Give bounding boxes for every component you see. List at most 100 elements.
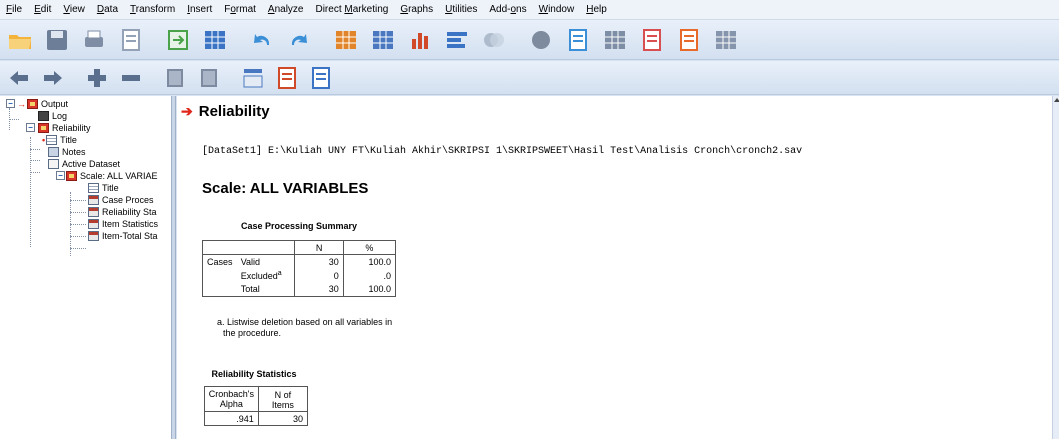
tree-line [9, 119, 19, 120]
menu-help[interactable]: Help [580, 4, 613, 15]
table-header-row: Cronbach's Alpha N of Items [204, 386, 309, 412]
show-all-variables-icon[interactable] [638, 26, 666, 54]
scroll-up-icon[interactable] [1054, 98, 1059, 102]
undo-icon[interactable] [248, 26, 276, 54]
menu-format[interactable]: Format [218, 4, 262, 15]
cell-n: 30 [294, 282, 344, 297]
menu-utilities[interactable]: Utilities [439, 4, 483, 15]
table-row: Excludeda 0 .0 [201, 268, 397, 283]
scale-title[interactable]: Scale: ALL VARIABLES [202, 180, 368, 197]
outline-pane: − → Output Log − Reliability • Title Not… [0, 96, 172, 439]
collapse-toggle[interactable]: − [6, 99, 15, 108]
row-group-blank [201, 268, 237, 283]
tree-item-scale-title[interactable]: Title [88, 182, 119, 194]
menu-view[interactable]: View [57, 4, 91, 15]
tree-item-reliability[interactable]: Reliability [38, 122, 91, 134]
menu-direct-marketing[interactable]: Direct Marketing [309, 4, 394, 15]
collapse-toggle[interactable]: − [56, 171, 65, 180]
row-label-text: Excluded [240, 271, 278, 281]
menu-data[interactable]: Data [91, 4, 124, 15]
hide-icon[interactable] [196, 65, 222, 91]
pane-splitter[interactable] [172, 96, 176, 439]
tree-item-case-processing[interactable]: Case Proces [88, 194, 154, 206]
header-cell: N [294, 240, 344, 255]
procedure-heading[interactable]: ➔ Reliability [181, 103, 270, 120]
cell-pct: 100.0 [342, 254, 397, 269]
expand-icon[interactable] [84, 65, 110, 91]
tree-line [70, 236, 86, 237]
tree-label: Notes [62, 147, 86, 157]
weight-cases-icon[interactable] [527, 26, 555, 54]
tree-label: Reliability [52, 123, 91, 133]
collapse-toggle[interactable]: − [26, 123, 35, 132]
value-labels-icon[interactable] [564, 26, 592, 54]
demote-icon[interactable] [40, 65, 66, 91]
table-icon [88, 195, 99, 205]
cell-pct: 100.0 [342, 282, 397, 297]
book-icon [38, 123, 49, 133]
table-row: Total 30 100.0 [201, 282, 397, 297]
menu-analyze[interactable]: Analyze [262, 4, 310, 15]
menu-insert[interactable]: Insert [181, 4, 218, 15]
vertical-scrollbar[interactable] [1052, 96, 1059, 439]
row-label: Valid [236, 254, 296, 269]
menu-window[interactable]: Window [533, 4, 581, 15]
promote-icon[interactable] [6, 65, 32, 91]
tree-line [30, 172, 40, 173]
menu-transform[interactable]: Transform [124, 4, 181, 15]
tree-item-scale[interactable]: Scale: ALL VARIAE [66, 170, 158, 182]
insert-variable-icon[interactable] [443, 26, 471, 54]
case-processing-table[interactable]: N % Cases Valid 30 100.0 Excludeda 0 .0 … [201, 240, 397, 297]
menu-graphs[interactable]: Graphs [394, 4, 439, 15]
table-icon [88, 207, 99, 217]
tree-item-item-statistics[interactable]: Item Statistics [88, 218, 158, 230]
tree-item-log[interactable]: Log [38, 110, 67, 122]
goto-data-icon[interactable] [201, 26, 229, 54]
tree-item-title[interactable]: • Title [42, 134, 77, 146]
insert-heading-icon[interactable] [240, 65, 266, 91]
spelling-icon[interactable] [675, 26, 703, 54]
insert-cases-icon[interactable] [406, 26, 434, 54]
designate-window-icon[interactable] [712, 26, 740, 54]
output-book-icon [27, 99, 38, 109]
row-label: Excludeda [236, 268, 296, 283]
show-icon[interactable] [162, 65, 188, 91]
cell-n: 30 [294, 254, 344, 269]
use-sets-icon[interactable] [601, 26, 629, 54]
menu-edit[interactable]: Edit [28, 4, 57, 15]
open-folder-icon[interactable] [6, 26, 34, 54]
tree-line [30, 160, 40, 161]
cell-items: 30 [257, 411, 309, 426]
save-icon[interactable] [43, 26, 71, 54]
table-footnote: a. Listwise deletion based on all variab… [217, 317, 417, 339]
insert-title-icon[interactable] [274, 65, 300, 91]
tree-item-notes[interactable]: Notes [48, 146, 86, 158]
menu-file[interactable]: File [0, 4, 28, 15]
insert-text-icon[interactable] [308, 65, 334, 91]
tree-item-output[interactable]: → Output [17, 98, 68, 110]
redo-icon[interactable] [285, 26, 313, 54]
heading-text: Reliability [198, 103, 270, 120]
tree-label: Title [60, 135, 77, 145]
print-preview-icon[interactable] [117, 26, 145, 54]
tree-label: Case Proces [102, 195, 154, 205]
row-group-blank [201, 282, 237, 297]
recall-dialog-icon[interactable] [164, 26, 192, 54]
tree-label: Scale: ALL VARIAE [80, 171, 158, 181]
header-cell [236, 240, 296, 255]
goto-case-icon[interactable] [332, 26, 360, 54]
collapse-icon[interactable] [118, 65, 144, 91]
print-icon[interactable] [80, 26, 108, 54]
tree-item-active-dataset[interactable]: Active Dataset [48, 158, 120, 170]
reliability-statistics-table[interactable]: Cronbach's Alpha N of Items .941 30 [204, 386, 309, 426]
tree-line [30, 149, 40, 150]
menu-add-ons[interactable]: Add-ons [483, 4, 532, 15]
goto-variable-icon[interactable] [369, 26, 397, 54]
dataset-icon [48, 159, 59, 169]
header-cell: % [342, 240, 397, 255]
header-cell [201, 240, 237, 255]
tree-line [30, 137, 31, 247]
split-file-icon[interactable] [480, 26, 508, 54]
tree-item-item-total[interactable]: Item-Total Sta [88, 230, 158, 242]
tree-item-reliability-statistics[interactable]: Reliability Sta [88, 206, 157, 218]
